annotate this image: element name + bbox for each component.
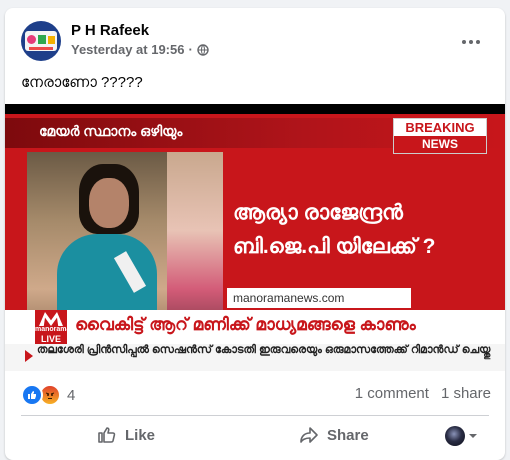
logo-live-text: LIVE [40,334,61,344]
news-label: NEWS [394,136,486,153]
share-label: Share [327,426,369,444]
ticker-arrow-icon [25,350,33,362]
meta-separator: · [188,42,193,57]
like-reaction-icon [21,384,43,406]
channel-logo: manorama LIVE [35,310,71,344]
react-as-selector[interactable] [445,426,478,446]
post-card: P H Rafeek Yesterday at 19:56 · നേരാണോ ?… [5,8,505,460]
share-button[interactable]: Share [299,418,369,452]
ticker-text: തലശേരി പ്രിൻസിപ്പൽ സെഷൻസ് കോടതി ഇരുവരെയു… [37,344,491,356]
author-avatar[interactable] [21,21,61,61]
post-stats: 1 comment 1 share [355,385,491,402]
chevron-down-icon [469,434,477,438]
more-options-icon[interactable] [459,32,483,52]
post-image[interactable]: മേയർ സ്ഥാനം ഒഴിയും BREAKING NEWS ആര്യാ ര… [5,104,505,371]
author-name[interactable]: P H Rafeek [71,22,149,39]
reaction-summary[interactable]: 4 [21,384,75,406]
news-kicker: മേയർ സ്ഥാനം ഒഴിയും [39,123,183,139]
news-ticker: തലശേരി പ്രിൻസിപ്പൽ സെഷൻസ് കോടതി ഇരുവരെയു… [5,344,505,371]
share-count-link[interactable]: 1 share [441,385,491,402]
share-icon [300,427,318,443]
comment-count-link[interactable]: 1 comment [355,385,429,402]
breaking-label: BREAKING [394,119,486,136]
like-label: Like [125,426,156,444]
action-bar: Like Share [5,418,505,452]
reaction-count[interactable]: 4 [67,387,75,404]
like-icon [98,427,116,443]
news-site: manoramanews.com [227,288,411,308]
divider [21,415,489,416]
news-headline: ആര്യാ രാജേന്ദ്രൻ ബി.ജെ.പി യിലേക്ക് ? [233,196,493,264]
logo-text: manorama [35,326,71,333]
lower-third-text: വൈകിട്ട് ആറ് മണിക്ക് മാധ്യമങ്ങളെ കാണും [75,315,416,334]
globe-icon[interactable] [197,43,209,56]
post-meta: Yesterday at 19:56 · [71,42,209,57]
headline-line-1: ആര്യാ രാജേന്ദ്രൻ [233,201,403,224]
profile-avatar [445,426,465,446]
headline-line-2: ബി.ജെ.പി യിലേക്ക് ? [233,235,436,258]
breaking-news-badge: BREAKING NEWS [393,118,487,154]
post-text: നേരാണോ ????? [21,74,143,91]
like-button[interactable]: Like [97,418,155,452]
post-time[interactable]: Yesterday at 19:56 [71,42,184,57]
